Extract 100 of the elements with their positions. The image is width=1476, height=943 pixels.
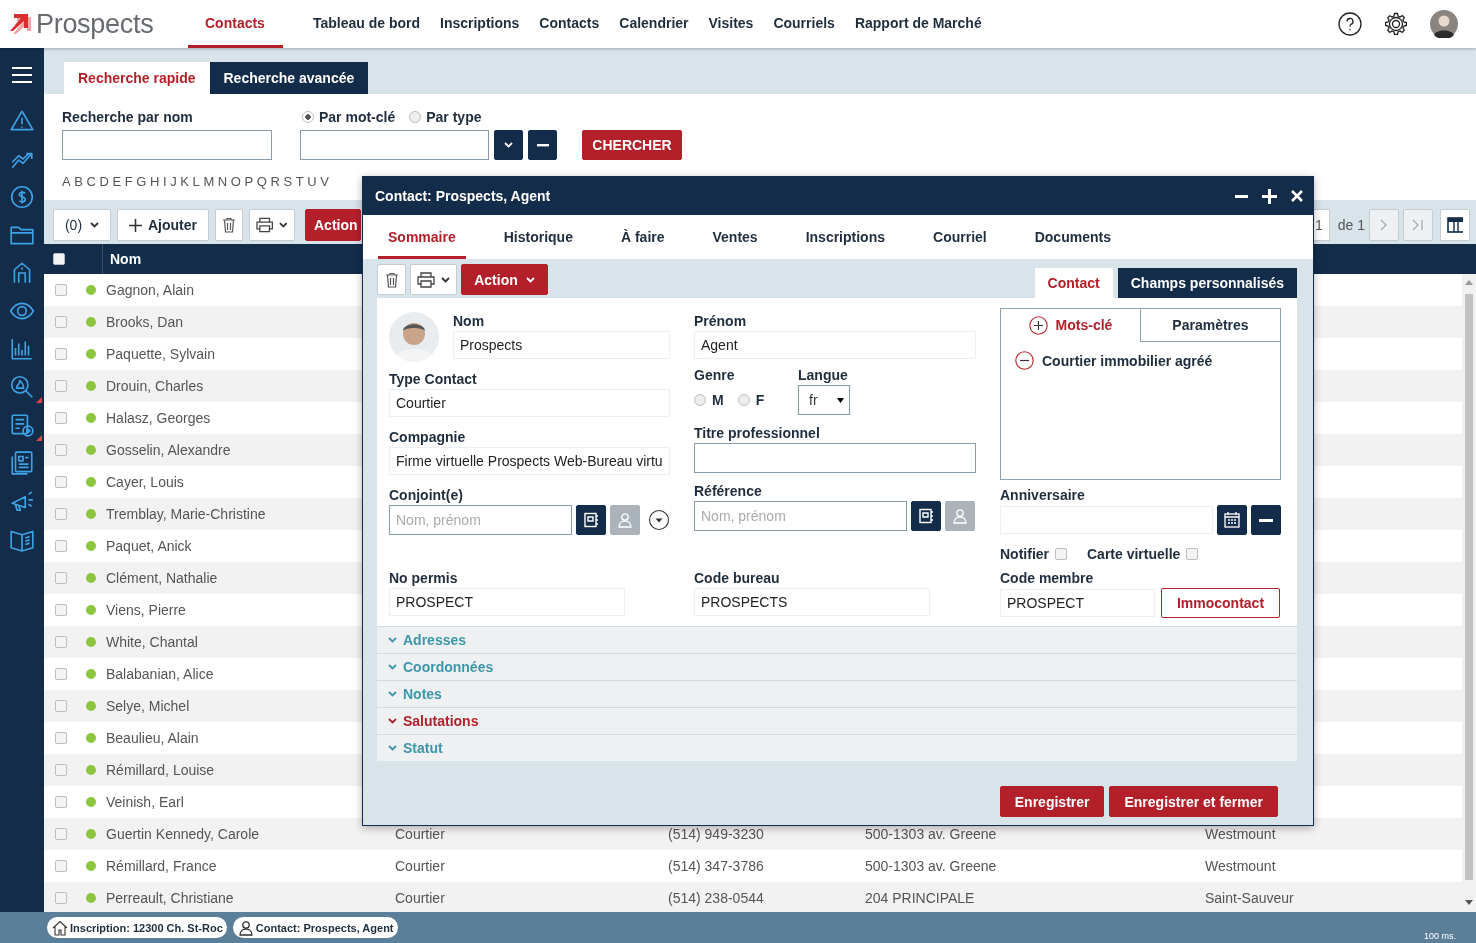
delete-button[interactable] — [377, 264, 406, 295]
keyword-tab[interactable]: Mots-clé — [1001, 309, 1140, 342]
contact-name[interactable]: Perreault, Christiane — [106, 890, 234, 906]
letter-link[interactable]: S — [283, 174, 293, 189]
list-icon[interactable] — [9, 412, 35, 438]
delete-button[interactable] — [215, 209, 243, 241]
contact-name[interactable]: Drouin, Charles — [106, 378, 204, 394]
modal-tab[interactable]: Inscriptions — [795, 215, 895, 259]
nav-tab[interactable]: Visites — [698, 0, 764, 48]
letter-link[interactable]: B — [74, 174, 83, 189]
contact-name[interactable]: Beaulieu, Alain — [106, 730, 199, 746]
licence-field[interactable]: PROSPECT — [389, 588, 625, 616]
nav-tab[interactable]: Contacts — [188, 0, 283, 48]
letter-link[interactable]: T — [295, 174, 304, 189]
status-tab[interactable]: Contact: Prospects, Agent — [232, 917, 398, 938]
selection-dropdown[interactable]: (0) — [53, 209, 111, 241]
letter-link[interactable]: P — [244, 174, 254, 189]
contact-name[interactable]: White, Chantal — [106, 634, 198, 650]
row-checkbox[interactable] — [55, 444, 67, 456]
row-checkbox[interactable] — [55, 636, 67, 648]
action-button[interactable]: Action — [305, 209, 361, 241]
modal-tab[interactable]: Historique — [493, 215, 583, 259]
section-header[interactable]: Salutations — [377, 707, 1297, 734]
letter-link[interactable]: M — [203, 174, 215, 189]
modal-tab[interactable]: Sommaire — [378, 215, 466, 259]
contact-name[interactable]: Gagnon, Alain — [106, 282, 194, 298]
name-field[interactable]: Prospects — [453, 331, 670, 359]
immocontact-button[interactable]: Immocontact — [1161, 588, 1280, 618]
contact-name[interactable]: Rémillard, Louise — [106, 762, 215, 778]
row-checkbox[interactable] — [55, 284, 67, 296]
status-tab[interactable]: Inscription: 12300 Ch. St-Roc — [47, 917, 227, 938]
contact-name[interactable]: Brooks, Dan — [106, 314, 184, 330]
nav-tab[interactable]: Calendrier — [609, 0, 699, 48]
row-checkbox[interactable] — [55, 892, 67, 904]
contact-name[interactable]: Guertin Kennedy, Carole — [106, 826, 260, 842]
language-select[interactable]: fr — [798, 385, 850, 415]
column-header[interactable]: Nom — [103, 251, 142, 267]
modal-tab[interactable]: À faire — [610, 215, 675, 259]
letter-link[interactable]: G — [136, 174, 147, 189]
minimize-icon[interactable] — [1235, 194, 1248, 198]
row-checkbox[interactable] — [55, 572, 67, 584]
letter-link[interactable]: E — [112, 174, 122, 189]
letter-link[interactable]: N — [217, 174, 228, 189]
contact-name[interactable]: Selye, Michel — [106, 698, 190, 714]
app-logo[interactable]: Prospects — [36, 8, 154, 40]
remove-button[interactable] — [528, 130, 557, 160]
panel-tab[interactable]: Champs personnalisés — [1117, 268, 1297, 298]
columns-button[interactable] — [1440, 209, 1470, 241]
radio-button[interactable] — [694, 394, 706, 406]
nav-tab[interactable]: Tableau de bord — [302, 0, 430, 48]
letter-link[interactable]: O — [230, 174, 241, 189]
bar-chart-icon[interactable] — [9, 336, 35, 362]
contact-name[interactable]: Balabanian, Alice — [106, 666, 214, 682]
letter-link[interactable]: D — [99, 174, 109, 189]
row-checkbox[interactable] — [55, 604, 67, 616]
letter-link[interactable]: H — [150, 174, 160, 189]
first-name-field[interactable]: Agent — [694, 331, 976, 359]
nav-tab[interactable]: Rapport de Marché — [844, 0, 992, 48]
menu-icon[interactable] — [11, 66, 33, 84]
row-checkbox[interactable] — [55, 380, 67, 392]
print-button[interactable] — [410, 264, 457, 295]
dropdown-circle-icon[interactable] — [648, 509, 670, 531]
modal-tab[interactable]: Courriel — [923, 215, 997, 259]
letter-link[interactable]: Q — [256, 174, 267, 189]
row-checkbox[interactable] — [55, 508, 67, 520]
row-checkbox[interactable] — [55, 540, 67, 552]
contact-name[interactable]: Rémillard, France — [106, 858, 217, 874]
calendar-button[interactable] — [1217, 505, 1247, 535]
member-code-field[interactable]: PROSPECT — [1000, 589, 1155, 617]
search-icon[interactable] — [9, 374, 35, 400]
checkbox[interactable] — [1055, 547, 1067, 560]
letter-link[interactable]: A — [62, 174, 71, 189]
save-button[interactable]: Enregistrer — [999, 786, 1105, 817]
letter-link[interactable]: K — [180, 174, 189, 189]
letter-link[interactable]: L — [192, 174, 200, 189]
letter-link[interactable]: R — [270, 174, 280, 189]
search-button[interactable]: CHERCHER — [582, 130, 682, 160]
settings-icon[interactable] — [1384, 12, 1408, 36]
row-checkbox[interactable] — [55, 860, 67, 872]
office-code-field[interactable]: PROSPECTS — [694, 588, 930, 616]
letter-link[interactable]: J — [170, 174, 177, 189]
letter-link[interactable]: C — [86, 174, 96, 189]
dollar-icon[interactable] — [9, 184, 35, 210]
keyword-field[interactable] — [300, 130, 489, 160]
row-checkbox[interactable] — [55, 764, 67, 776]
search-tab[interactable]: Recherche rapide — [64, 62, 210, 94]
contact-name[interactable]: Tremblay, Marie-Christine — [106, 506, 266, 522]
contact-name[interactable]: Veinish, Earl — [106, 794, 184, 810]
document-icon[interactable] — [9, 450, 35, 476]
remove-circle-icon[interactable] — [1015, 351, 1034, 370]
save-button[interactable]: Enregistrer et fermer — [1109, 786, 1278, 817]
address-book-button[interactable] — [576, 505, 606, 535]
row-checkbox[interactable] — [55, 700, 67, 712]
letter-link[interactable]: U — [307, 174, 317, 189]
row-checkbox[interactable] — [55, 348, 67, 360]
action-button[interactable]: Action — [461, 264, 548, 295]
row-checkbox[interactable] — [55, 796, 67, 808]
modal-tab[interactable]: Ventes — [702, 215, 768, 259]
select-all-checkbox[interactable] — [53, 253, 65, 265]
row-checkbox[interactable] — [55, 732, 67, 744]
